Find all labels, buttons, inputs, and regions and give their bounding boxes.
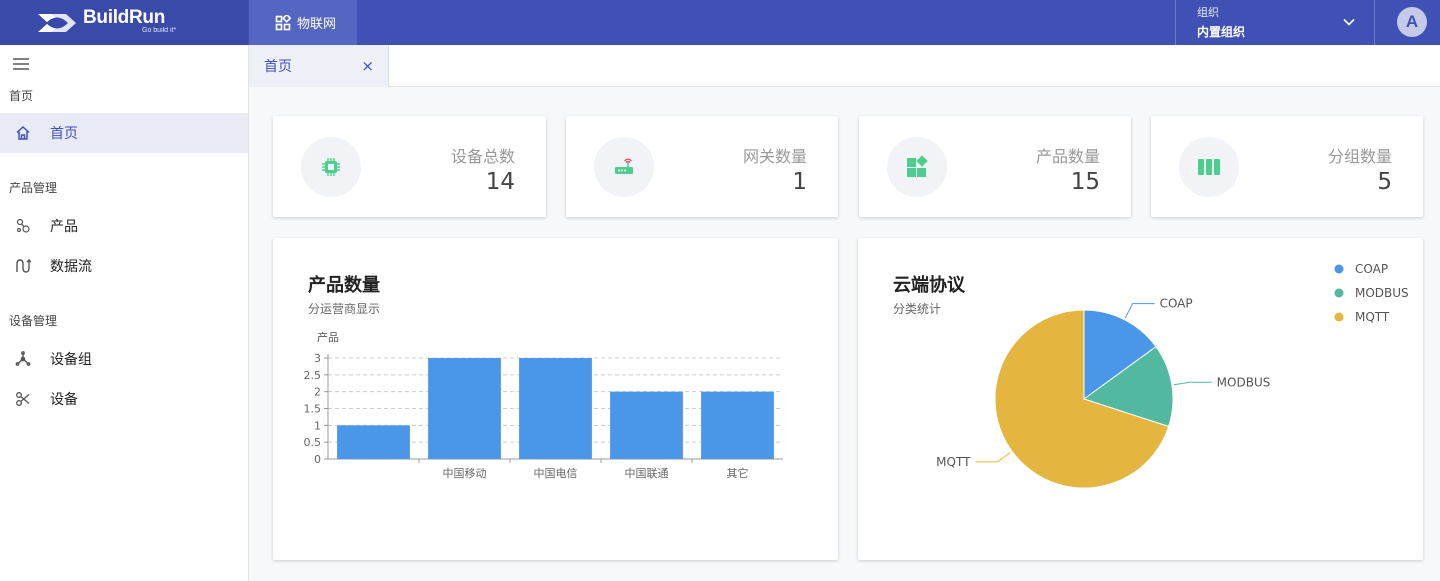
brand-logo[interactable]: BuildRun Go build it* bbox=[0, 0, 248, 45]
org-label: 组织 bbox=[1197, 6, 1219, 19]
legend-label: COAP bbox=[1355, 262, 1388, 276]
sidebar-item-device-group[interactable]: 设备组 bbox=[0, 339, 248, 379]
y-tick-label: 1.5 bbox=[304, 403, 322, 416]
chart-title: 产品数量 bbox=[308, 275, 380, 296]
stat-value: 1 bbox=[792, 169, 807, 195]
stat-card-gateways: 网关数量 1 bbox=[566, 116, 838, 217]
stat-label: 设备总数 bbox=[450, 147, 515, 166]
sidebar-item-home[interactable]: 首页 bbox=[0, 113, 248, 153]
legend-label: MODBUS bbox=[1355, 286, 1409, 300]
bar bbox=[701, 391, 774, 459]
y-tick-label: 2 bbox=[314, 386, 321, 399]
tab-bar: 首页 × bbox=[249, 45, 1440, 87]
legend-marker bbox=[1334, 312, 1344, 322]
legend-label: MQTT bbox=[1355, 310, 1390, 324]
pie-chart-card: 云端协议 分类统计 COAP MODBUS MQTT COAP MODBUS MQTT bbox=[858, 238, 1423, 560]
stat-value: 5 bbox=[1377, 169, 1392, 195]
pie-label: MQTT bbox=[936, 455, 971, 469]
stat-label: 分组数量 bbox=[1327, 147, 1392, 166]
sidebar-item-dataflow[interactable]: 数据流 bbox=[0, 246, 248, 286]
chevron-down-icon bbox=[1343, 18, 1355, 26]
brand-tagline: Go build it* bbox=[142, 27, 177, 34]
chip-icon bbox=[301, 137, 361, 197]
chart-subtitle: 分运营商显示 bbox=[308, 302, 381, 316]
x-tick-label: 中国联通 bbox=[625, 467, 669, 480]
bar bbox=[610, 391, 683, 459]
top-bar: BuildRun Go build it* 物联网 组织 内置组织 A bbox=[0, 0, 1440, 45]
bar-chart-card: 产品数量 分运营商显示 产品 0 0.5 1 1.5 2 2.5 3 中国移动 中国电信 中国联通 其… bbox=[273, 238, 838, 560]
product-icon bbox=[14, 217, 32, 235]
x-tick-label: 其它 bbox=[727, 466, 749, 480]
pie-label: COAP bbox=[1160, 297, 1193, 311]
grid-icon bbox=[275, 14, 291, 30]
x-tick-label: 中国移动 bbox=[443, 467, 487, 480]
stat-value: 14 bbox=[485, 169, 515, 195]
pie-label: MODBUS bbox=[1217, 375, 1271, 389]
widgets-icon bbox=[887, 137, 947, 197]
y-tick-label: 2.5 bbox=[304, 369, 322, 382]
sidebar-item-product[interactable]: 产品 bbox=[0, 206, 248, 246]
device-icon bbox=[14, 390, 32, 408]
x-tick-label: 中国电信 bbox=[534, 467, 578, 480]
dataflow-icon bbox=[14, 257, 32, 275]
stat-card-groups: 分组数量 5 bbox=[1151, 116, 1423, 217]
sidebar-item-device[interactable]: 设备 bbox=[0, 379, 248, 419]
stat-label: 网关数量 bbox=[742, 147, 807, 166]
sidebar-item-label: 数据流 bbox=[50, 259, 92, 275]
nav-item-iot[interactable]: 物联网 bbox=[249, 0, 357, 45]
logo-mark-icon bbox=[38, 14, 76, 32]
sidebar-item-label: 设备 bbox=[50, 392, 78, 408]
y-tick-label: 3 bbox=[314, 352, 321, 365]
pie-chart: COAP MODBUS MQTT COAP MODBUS MQTT bbox=[936, 262, 1409, 489]
sidebar-item-label: 设备组 bbox=[50, 352, 92, 368]
bar bbox=[337, 425, 410, 459]
device-group-icon bbox=[14, 350, 32, 368]
columns-icon bbox=[1179, 137, 1239, 197]
tab-home[interactable]: 首页 × bbox=[249, 45, 389, 87]
router-icon bbox=[594, 137, 654, 197]
pie-label-line bbox=[975, 452, 1011, 463]
menu-icon[interactable] bbox=[12, 57, 30, 71]
org-selector[interactable]: 组织 内置组织 bbox=[1175, 0, 1375, 45]
stat-label: 产品数量 bbox=[1035, 147, 1100, 166]
bar bbox=[428, 358, 501, 459]
pie-label-line bbox=[1124, 303, 1155, 319]
legend-marker bbox=[1334, 288, 1344, 298]
nav-item-label: 物联网 bbox=[297, 17, 337, 32]
stat-card-products: 产品数量 15 bbox=[859, 116, 1131, 217]
y-tick-label: 0 bbox=[314, 453, 321, 466]
sidebar-group-product: 产品管理 bbox=[9, 181, 58, 195]
home-icon bbox=[14, 124, 32, 142]
brand-name: BuildRun bbox=[83, 7, 166, 28]
bar bbox=[519, 358, 592, 459]
sidebar-item-label: 首页 bbox=[50, 126, 78, 142]
y-axis-label: 产品 bbox=[317, 330, 339, 344]
user-avatar[interactable]: A bbox=[1397, 7, 1427, 37]
pie-label-line bbox=[1173, 381, 1212, 386]
sidebar-group-device: 设备管理 bbox=[9, 314, 58, 328]
org-value: 内置组织 bbox=[1197, 25, 1246, 39]
y-tick-label: 0.5 bbox=[304, 436, 322, 449]
sidebar-group-home: 首页 bbox=[9, 89, 34, 103]
y-tick-label: 1 bbox=[314, 419, 321, 432]
stat-card-devices: 设备总数 14 bbox=[273, 116, 546, 217]
sidebar-item-label: 产品 bbox=[50, 219, 78, 235]
sidebar: 首页 首页 产品管理 产品 数据流 设备管理 设备组 设备 bbox=[0, 45, 249, 581]
bar-chart: 产品 0 0.5 1 1.5 2 2.5 3 中国移动 中国电信 中国联通 其它 bbox=[304, 330, 783, 480]
legend-marker bbox=[1334, 264, 1344, 274]
close-icon[interactable]: × bbox=[361, 57, 374, 75]
stat-value: 15 bbox=[1070, 169, 1100, 195]
tab-label: 首页 bbox=[264, 59, 292, 75]
